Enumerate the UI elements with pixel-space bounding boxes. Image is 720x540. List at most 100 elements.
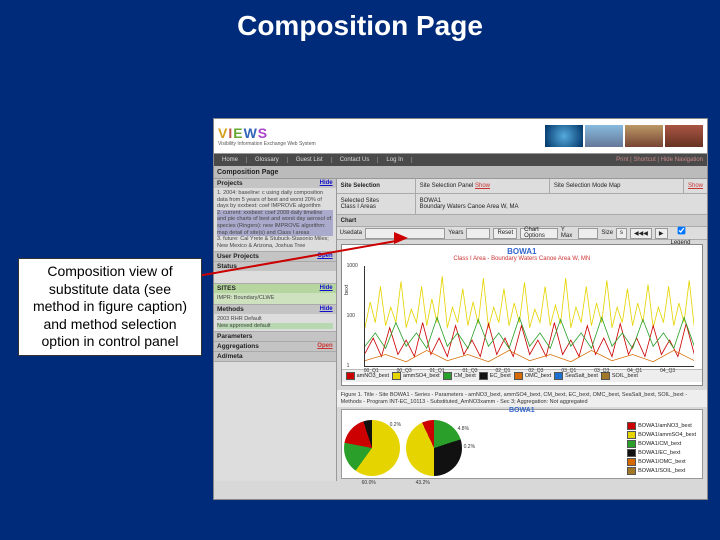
legend-label: BOWA1/CM_bext: [638, 441, 681, 447]
callout-box: Composition view of substitute data (see…: [18, 258, 202, 356]
years-label: Years: [448, 230, 463, 236]
nav-glossary[interactable]: Glossary: [247, 157, 288, 163]
size-select[interactable]: s: [616, 228, 627, 239]
class1-text: Boundary Waters Canoe Area W, MA: [420, 204, 519, 210]
pie-label: 43.2%: [416, 480, 430, 486]
pie-2: [406, 420, 462, 476]
legend-swatch: [627, 431, 636, 439]
methods-link[interactable]: Hide: [320, 306, 333, 313]
project-item[interactable]: 1. 2004: baseline: c using daily composi…: [217, 190, 333, 210]
views-logo: VIEWS Visibility Information Exchange We…: [218, 125, 316, 147]
nav-contact[interactable]: Contact Us: [332, 157, 379, 163]
legend-swatch: [627, 440, 636, 448]
header-images: [543, 125, 703, 147]
legend-label: BOWA1/amNO3_bext: [638, 423, 692, 429]
logo-letter: S: [258, 125, 268, 141]
ss-mode: Site Selection Mode Map: [550, 179, 684, 193]
logo-letter: E: [233, 125, 243, 141]
size-label: Size: [601, 230, 613, 236]
legend-swatch: [479, 372, 488, 380]
app-header: VIEWS Visibility Information Exchange We…: [214, 119, 707, 154]
chart-plot: 1000 100 1 00_Q1 00_Q3 01_Q1 01_Q3 02_Q1…: [364, 266, 694, 367]
legend-label: BOWA1/ammSO4_bext: [638, 432, 696, 438]
projects-title: Projects: [217, 180, 243, 187]
projects-panel: Projects Hide 1. 2004: baseline: c using …: [214, 179, 336, 252]
logo-letter: V: [218, 125, 228, 141]
prev-button[interactable]: ◀◀◀: [630, 228, 652, 239]
globe-icon: [545, 125, 583, 147]
aggregations-title: Aggregations: [217, 343, 259, 350]
legend-label: BOWA1/EC_bext: [638, 450, 680, 456]
legend-label: BOWA1/OMC_bext: [638, 459, 685, 465]
xtick: 03_Q1: [561, 368, 576, 374]
canyon-image: [625, 125, 663, 147]
chart-subtitle: Class I Area - Boundary Waters Canoe Are…: [342, 256, 702, 262]
ytick: 1: [347, 363, 350, 369]
ss-show[interactable]: Show: [688, 183, 703, 189]
xtick: 03_Q3: [594, 368, 609, 374]
sites-body: IMPR: Boundary/CLWE: [214, 293, 336, 304]
chart-options-button[interactable]: Chart Options: [520, 228, 558, 239]
pie-charts: 60.0% 0.2% 4.8% 0.2% 43.2% BOWA1/amNO3_b…: [341, 409, 703, 479]
chart-tab[interactable]: Chart: [337, 215, 361, 226]
years-input[interactable]: [466, 228, 490, 239]
sky-image: [585, 125, 623, 147]
legend-swatch: [627, 422, 636, 430]
admeta-title: Ad/meta: [217, 353, 243, 360]
xtick: 01_Q3: [463, 368, 478, 374]
top-right-links[interactable]: Print | Shortcut | Hide Navigation: [616, 157, 707, 163]
right-panel: Site Selection Site Selection Panel Show…: [337, 179, 707, 481]
project-item[interactable]: 3. future: Cal Yrete & Stubuck-Stasonio …: [217, 236, 333, 249]
xtick: 00_Q1: [364, 368, 379, 374]
ytick: 100: [347, 313, 355, 319]
pie-label: 0.2%: [390, 422, 401, 428]
chart-title: BOWA1: [342, 245, 702, 256]
app-window: VIEWS Visibility Information Exchange We…: [213, 118, 708, 500]
ss-panel-label: Site Selection Panel: [420, 183, 474, 189]
pie-label: 4.8%: [458, 426, 469, 432]
nav-guestlist[interactable]: Guest List: [288, 157, 332, 163]
xtick: 04_Q3: [660, 368, 675, 374]
project-item[interactable]: 2. current: xxxbext: coef 2008 daily tim…: [217, 210, 333, 236]
page-header: Composition Page: [217, 169, 278, 176]
parameters-title: Parameters: [217, 333, 252, 340]
rock-image: [665, 125, 703, 147]
pie-legend: BOWA1/amNO3_bext BOWA1/ammSO4_bext BOWA1…: [627, 422, 696, 475]
nav-login[interactable]: Log In: [378, 157, 412, 163]
left-panel: Projects Hide 1. 2004: baseline: c using …: [214, 179, 337, 481]
xtick: 01_Q1: [430, 368, 445, 374]
figure-caption: Figure 1. Title - Site BOWA1 - Series - …: [337, 390, 707, 407]
legend-swatch: [627, 467, 636, 475]
user-projects-title: User Projects: [217, 253, 259, 260]
sites-link[interactable]: Hide: [320, 285, 333, 292]
chart-toolbar: Usedata Years Reset Chart Options Y Max …: [337, 227, 707, 240]
legend-swatch: [346, 372, 355, 380]
slide-title: Composition Page: [0, 0, 720, 42]
aggregations-link[interactable]: Open: [317, 343, 332, 350]
ymax-input[interactable]: [578, 228, 599, 239]
pie-1: [344, 420, 400, 476]
logo-letter: W: [244, 125, 258, 141]
sites-title: SITES: [217, 285, 236, 292]
method-item[interactable]: 2003 RHR Default: [217, 316, 333, 323]
reset-button[interactable]: Reset: [493, 228, 517, 239]
top-chart: BOWA1 Class I Area - Boundary Waters Can…: [341, 244, 703, 386]
legend-swatch: [514, 372, 523, 380]
class1-label: Class I Areas: [341, 204, 376, 210]
ymax-label: Y Max: [561, 227, 575, 239]
pie-label: 0.2%: [464, 444, 475, 450]
next-button[interactable]: ▶: [655, 228, 668, 239]
ss-panel-show[interactable]: Show: [475, 183, 490, 189]
nav-home[interactable]: Home: [214, 157, 247, 163]
method-item[interactable]: New approved default: [217, 323, 333, 330]
xtick: 02_Q1: [495, 368, 510, 374]
xtick: 02_Q3: [528, 368, 543, 374]
logo-sub: Visibility Information Exchange Web Syst…: [218, 141, 316, 147]
projects-hide-link[interactable]: Hide: [320, 180, 333, 187]
chart-traces: [365, 266, 694, 369]
y-axis-label: bext: [344, 285, 350, 295]
ytick: 1000: [347, 263, 358, 269]
usedata-label: Usedata: [340, 230, 362, 236]
xtick: 00_Q3: [397, 368, 412, 374]
legend-checkbox[interactable]: [677, 226, 685, 234]
